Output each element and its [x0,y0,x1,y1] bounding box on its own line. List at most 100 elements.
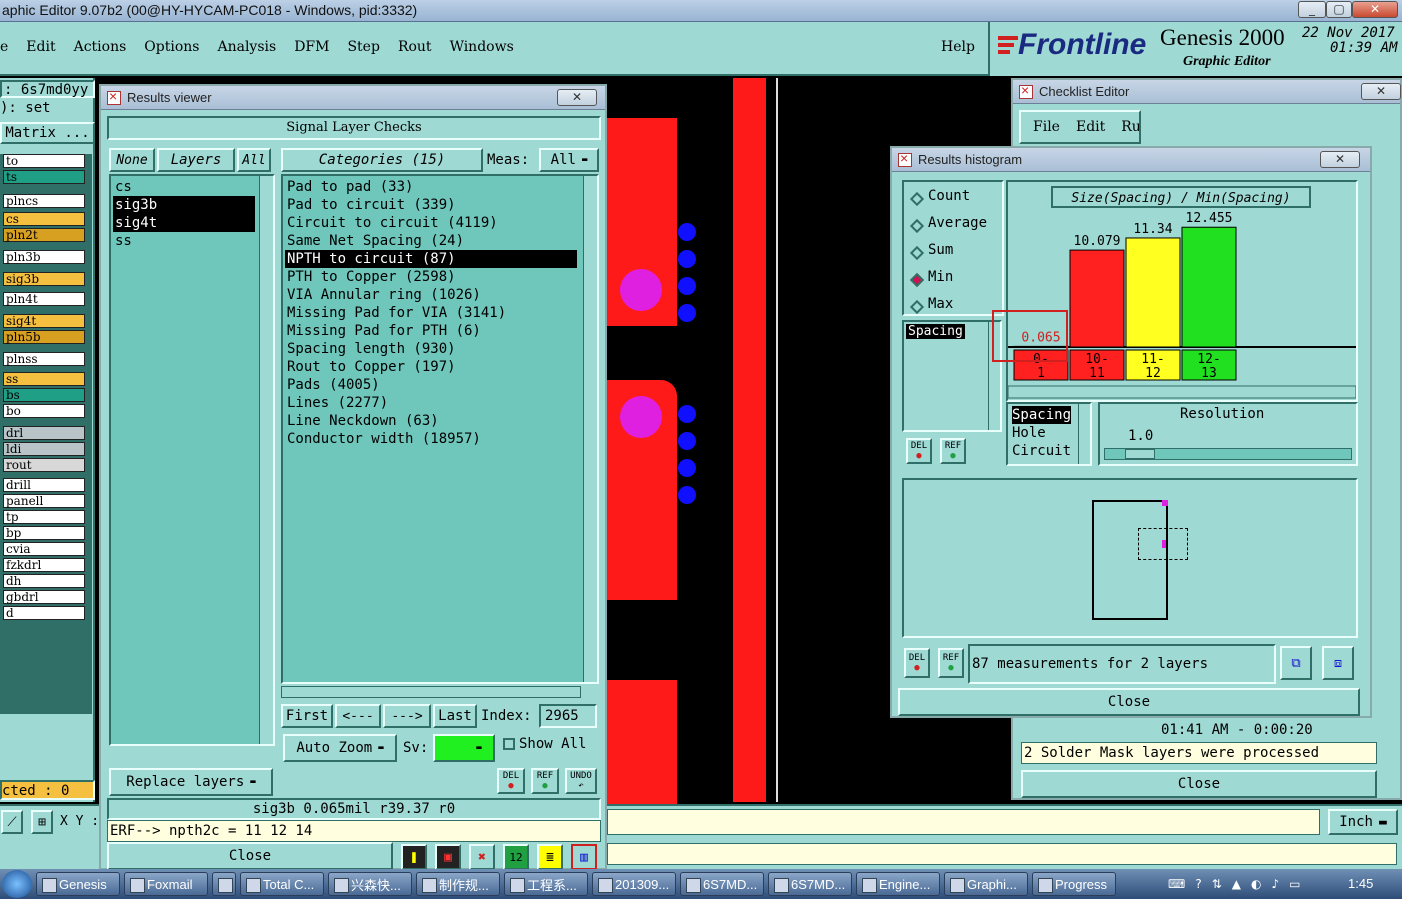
category-item[interactable]: Conductor width (18957) [285,430,577,448]
type-scrollbar[interactable] [1078,404,1090,464]
layer-item-plnss[interactable]: plnss [3,352,85,366]
highlight-icon[interactable]: ❚ [401,844,427,870]
report-icon[interactable]: ≣ [537,844,563,870]
menu-file[interactable]: File [1033,119,1060,135]
category-item[interactable]: Same Net Spacing (24) [285,232,577,250]
zoom-reset-icon[interactable]: ⧈ [1322,646,1354,680]
close-window-button[interactable]: ✕ [557,89,597,106]
taskbar-item[interactable]: 201309... [592,872,676,896]
layer-item-pln5b[interactable]: pln5b [3,330,85,344]
layer-item-to[interactable]: to [3,154,85,168]
prev-button[interactable]: <--- [335,704,381,728]
taskbar-item[interactable]: Engine... [856,872,940,896]
taskbar-item[interactable] [212,872,236,896]
measure-icon[interactable]: ⟋ [1,810,23,834]
measure-list[interactable]: Spacing [902,320,1002,432]
layer-item-pln3b[interactable]: pln3b [3,250,85,264]
volume-icon[interactable]: ♪ [1271,877,1279,891]
next-button[interactable]: ---> [383,704,431,728]
display-tray-icon[interactable]: ▭ [1289,877,1300,891]
status-input[interactable] [607,843,1397,865]
preview-del-button[interactable]: DEL ● [904,648,930,678]
menu-item-1[interactable]: Edit [26,39,55,55]
layer-item-ss[interactable]: ss [3,372,85,386]
matrix-button[interactable]: Matrix ... [0,122,95,144]
layer-item-bp[interactable]: bp [3,526,85,540]
help-icon[interactable]: ? [1195,877,1201,891]
taskbar-item[interactable]: 兴森快... [328,872,412,896]
layers-button[interactable]: Layers [157,148,235,172]
index-field[interactable]: 2965 [539,704,597,728]
last-button[interactable]: Last [433,704,477,728]
layer-item-tp[interactable]: tp [3,510,85,524]
taskbar-item[interactable]: 工程系... [504,872,588,896]
taskbar-item[interactable]: Progress [1032,872,1116,896]
option-radio-sum[interactable] [909,245,925,261]
layer-item-pln4t[interactable]: pln4t [3,292,85,306]
histogram-bar[interactable] [1125,237,1181,348]
taskbar-item[interactable]: Genesis [36,872,120,896]
network-icon[interactable]: ⇅ [1212,877,1222,891]
undo-button[interactable]: UNDO ↶ [565,768,597,794]
app-tray-icon[interactable]: ◐ [1251,877,1261,891]
category-item[interactable]: Pad to pad (33) [285,178,577,196]
result-layer-cs[interactable]: cs [113,178,255,196]
layer-item-rout[interactable]: rout [3,458,85,472]
taskbar-item[interactable]: Foxmail [124,872,208,896]
menu-item-5[interactable]: DFM [294,39,329,55]
hist-ref-button[interactable]: REF ● [940,438,966,464]
maximize-button[interactable]: ▢ [1326,1,1352,18]
layer-item-sig3b[interactable]: sig3b [3,272,85,286]
category-item[interactable]: NPTH to circuit (87) [285,250,577,268]
meas-dropdown[interactable]: All ▬ [539,148,599,172]
histogram-bar[interactable] [1181,226,1237,348]
layer-item-panell[interactable]: panell [3,494,85,508]
replace-layers-dropdown[interactable]: Replace layers ▬ [109,768,273,796]
layer-results-list[interactable]: cs sig3b sig4t ss [109,174,275,746]
layer-item-gbdrl[interactable]: gbdrl [3,590,85,604]
hist-del-button[interactable]: DEL ● [906,438,932,464]
layer-item-drl[interactable]: drl [3,426,85,440]
menu-item-8[interactable]: Windows [450,39,514,55]
category-item[interactable]: Missing Pad for VIA (3141) [285,304,577,322]
result-layer-sig3b[interactable]: sig3b [113,196,255,214]
categories-scrollbar[interactable] [583,176,597,682]
none-button[interactable]: None [109,148,155,172]
del-button[interactable]: DEL ● [497,768,525,794]
category-item[interactable]: Circuit to circuit (4119) [285,214,577,232]
menu-item-0[interactable]: e [0,39,8,55]
menu-item-7[interactable]: Rout [398,39,432,55]
type-list[interactable]: Spacing Hole Circuit [1006,402,1092,466]
category-item[interactable]: Pads (4005) [285,376,577,394]
layer-item-dh[interactable]: dh [3,574,85,588]
option-radio-count[interactable] [909,191,925,207]
menu-help[interactable]: Help [941,39,975,55]
ref-button[interactable]: REF ● [531,768,559,794]
category-item[interactable]: Rout to Copper (197) [285,358,577,376]
type-item-hole[interactable]: Hole [1012,424,1071,442]
auto-zoom-dropdown[interactable]: Auto Zoom ▬ [283,734,397,762]
layer-item-pln2t[interactable]: pln2t [3,228,85,242]
layer-item-sig4t[interactable]: sig4t [3,314,85,328]
category-item[interactable]: Spacing length (930) [285,340,577,358]
units-dropdown[interactable]: Inch ▬ [1328,809,1398,835]
taskbar-item[interactable]: Graphi... [944,872,1028,896]
show-all-checkbox[interactable] [503,738,515,750]
all-layers-button[interactable]: All [237,148,271,172]
result-layer-ss[interactable]: ss [113,232,255,250]
menu-item-6[interactable]: Step [347,39,379,55]
layer-item-d[interactable]: d [3,606,85,620]
categories-button[interactable]: Categories (15) [281,148,483,172]
taskbar-item[interactable]: 6S7MD... [680,872,764,896]
menu-run[interactable]: Run [1121,119,1139,135]
close-window-button[interactable]: ✕ [1361,83,1401,100]
histogram-bar[interactable] [1069,249,1125,348]
category-item[interactable]: Pad to circuit (339) [285,196,577,214]
first-button[interactable]: First [281,704,333,728]
taskbar-item[interactable]: 6S7MD... [768,872,852,896]
category-item[interactable]: Lines (2277) [285,394,577,412]
layer-item-cvia[interactable]: cvia [3,542,85,556]
taskbar-item[interactable]: 制作规... [416,872,500,896]
preview-ref-button[interactable]: REF ● [938,648,964,678]
close-app-button[interactable]: ✕ [1352,1,1398,18]
